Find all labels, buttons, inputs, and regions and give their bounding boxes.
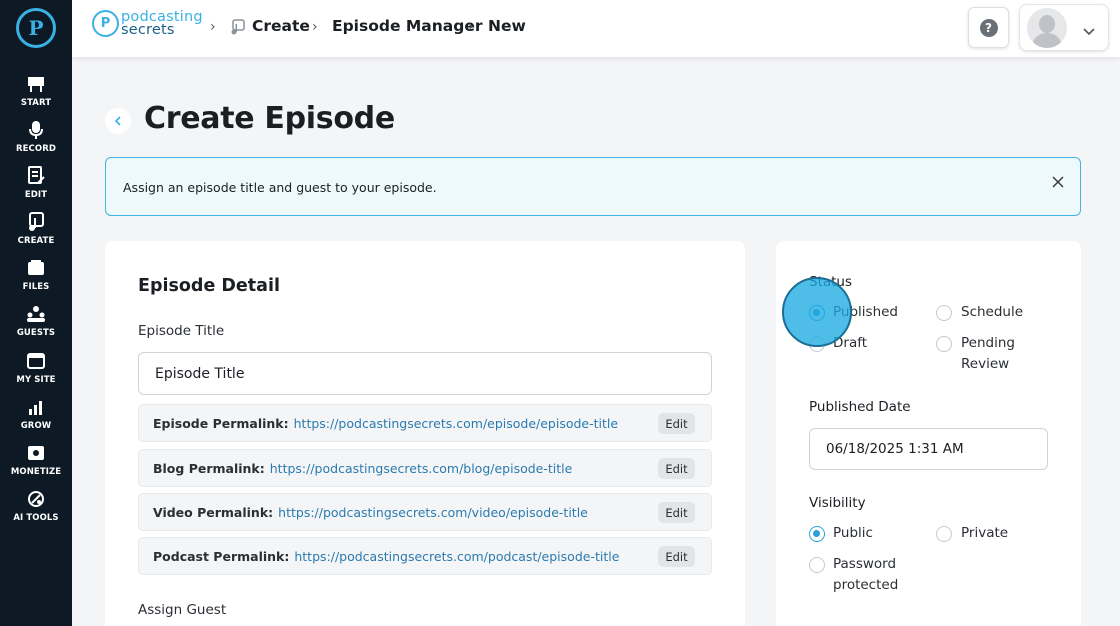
- edit-podcast-permalink-button[interactable]: Edit: [658, 546, 695, 567]
- status-label: Status: [809, 274, 853, 290]
- sidebar-item-label: FILES: [22, 282, 50, 292]
- help-button[interactable]: ?: [968, 7, 1009, 48]
- start-sign-icon: [26, 74, 46, 94]
- visibility-password-radio[interactable]: [809, 557, 825, 573]
- breadcrumb-new: New: [488, 17, 526, 35]
- sidebar-item-create[interactable]: CREATE: [0, 212, 72, 258]
- status-published-radio[interactable]: [809, 305, 825, 321]
- status-card: Status Published Schedule Draft Pending …: [776, 241, 1081, 626]
- brand-mic-icon: P: [92, 10, 119, 37]
- guests-icon: [26, 304, 46, 324]
- info-banner: Assign an episode title and guest to you…: [105, 157, 1081, 216]
- sidebar-item-label: EDIT: [24, 190, 48, 200]
- sidebar-item-label: GROW: [20, 421, 52, 431]
- banner-text: Assign an episode title and guest to you…: [123, 180, 437, 195]
- breadcrumb-episode-manager[interactable]: Episode Manager: [332, 17, 483, 35]
- edit-blog-permalink-button[interactable]: Edit: [658, 458, 695, 479]
- top-header: P podcasting secrets › Create › Episode …: [72, 0, 1120, 57]
- sidebar-item-monetize[interactable]: MONETIZE: [0, 443, 72, 489]
- status-pending-review-radio[interactable]: [936, 336, 952, 352]
- sidebar: P START RECORD EDIT CREATE FILES GUESTS: [0, 0, 72, 626]
- sidebar-item-ai-tools[interactable]: AI TOOLS: [0, 489, 72, 535]
- help-icon: ?: [979, 18, 998, 37]
- sidebar-item-label: AI TOOLS: [13, 513, 59, 523]
- sidebar-item-my-site[interactable]: MY SITE: [0, 351, 72, 397]
- sidebar-item-label: GUESTS: [16, 328, 56, 338]
- episode-permalink-row: Episode Permalink: https://podcastingsecr…: [138, 404, 712, 442]
- chevron-right-icon: ›: [312, 19, 318, 35]
- episode-permalink-link[interactable]: https://podcastingsecrets.com/episode/ep…: [294, 416, 618, 431]
- sidebar-item-label: START: [20, 98, 52, 108]
- podcast-permalink-link[interactable]: https://podcastingsecrets.com/podcast/ep…: [294, 549, 619, 564]
- permalink-label: Video Permalink:: [153, 505, 274, 520]
- chevron-left-icon: [114, 116, 121, 126]
- episode-title-input[interactable]: [138, 352, 712, 395]
- ai-tools-icon: [26, 489, 46, 509]
- user-menu-button[interactable]: [1019, 4, 1109, 51]
- radio-label: Private: [961, 525, 1009, 541]
- sidebar-item-label: RECORD: [15, 144, 57, 154]
- visibility-private-radio[interactable]: [936, 526, 952, 542]
- sidebar-item-edit[interactable]: EDIT: [0, 166, 72, 212]
- page-title: Create Episode: [144, 101, 395, 136]
- assign-guest-label: Assign Guest: [138, 602, 227, 618]
- status-draft-radio[interactable]: [809, 336, 825, 352]
- sidebar-item-files[interactable]: FILES: [0, 258, 72, 304]
- episode-title-label: Episode Title: [138, 323, 225, 339]
- monetize-icon: [26, 443, 46, 463]
- sidebar-item-grow[interactable]: GROW: [0, 397, 72, 443]
- sidebar-item-label: MONETIZE: [10, 467, 62, 477]
- folder-icon: [26, 258, 46, 278]
- edit-episode-permalink-button[interactable]: Edit: [658, 413, 695, 434]
- video-permalink-row: Video Permalink: https://podcastingsecret…: [138, 493, 712, 531]
- chevron-right-icon: ›: [468, 19, 474, 35]
- create-music-icon: [26, 212, 46, 232]
- permalink-label: Podcast Permalink:: [153, 549, 290, 564]
- sidebar-item-label: CREATE: [17, 236, 55, 246]
- radio-label: Public: [833, 525, 873, 541]
- sidebar-item-label: MY SITE: [16, 375, 56, 385]
- video-permalink-link[interactable]: https://podcastingsecrets.com/video/epis…: [278, 505, 588, 520]
- brand-line2: secrets: [121, 22, 175, 38]
- permalink-label: Episode Permalink:: [153, 416, 289, 431]
- blog-permalink-row: Blog Permalink: https://podcastingsecrets…: [138, 449, 712, 487]
- blog-permalink-link[interactable]: https://podcastingsecrets.com/blog/episo…: [270, 461, 573, 476]
- brand-logo[interactable]: P podcasting secrets: [92, 9, 204, 39]
- permalink-label: Blog Permalink:: [153, 461, 265, 476]
- status-schedule-radio[interactable]: [936, 305, 952, 321]
- published-date-input[interactable]: [809, 428, 1048, 470]
- sidebar-item-record[interactable]: RECORD: [0, 120, 72, 166]
- radio-label: Pending Review: [961, 335, 1015, 372]
- chevron-right-icon: ›: [210, 19, 216, 35]
- podcast-permalink-row: Podcast Permalink: https://podcastingsecr…: [138, 537, 712, 575]
- sidebar-item-guests[interactable]: GUESTS: [0, 304, 72, 350]
- microphone-icon: [26, 120, 46, 140]
- sidebar-item-start[interactable]: START: [0, 74, 72, 120]
- section-heading: Episode Detail: [138, 276, 280, 296]
- close-icon[interactable]: [1048, 172, 1068, 192]
- radio-label: Schedule: [961, 304, 1024, 320]
- create-music-icon: [230, 19, 245, 39]
- bar-chart-icon: [26, 397, 46, 417]
- chevron-down-icon: [1083, 21, 1095, 40]
- visibility-public-radio[interactable]: [809, 526, 825, 542]
- edit-video-permalink-button[interactable]: Edit: [658, 502, 695, 523]
- radio-label: Draft: [833, 335, 868, 351]
- avatar: [1027, 8, 1067, 48]
- edit-doc-icon: [26, 166, 46, 186]
- radio-label: Published: [833, 304, 898, 320]
- browser-icon: [26, 351, 46, 371]
- visibility-label: Visibility: [809, 495, 866, 511]
- radio-label: Password protected: [833, 556, 899, 593]
- published-date-label: Published Date: [809, 399, 911, 415]
- back-button[interactable]: [105, 108, 131, 134]
- episode-detail-card: Episode Detail Episode Title Episode Per…: [105, 241, 745, 626]
- app-logo-icon[interactable]: P: [16, 8, 56, 48]
- breadcrumb-create[interactable]: Create: [252, 17, 310, 35]
